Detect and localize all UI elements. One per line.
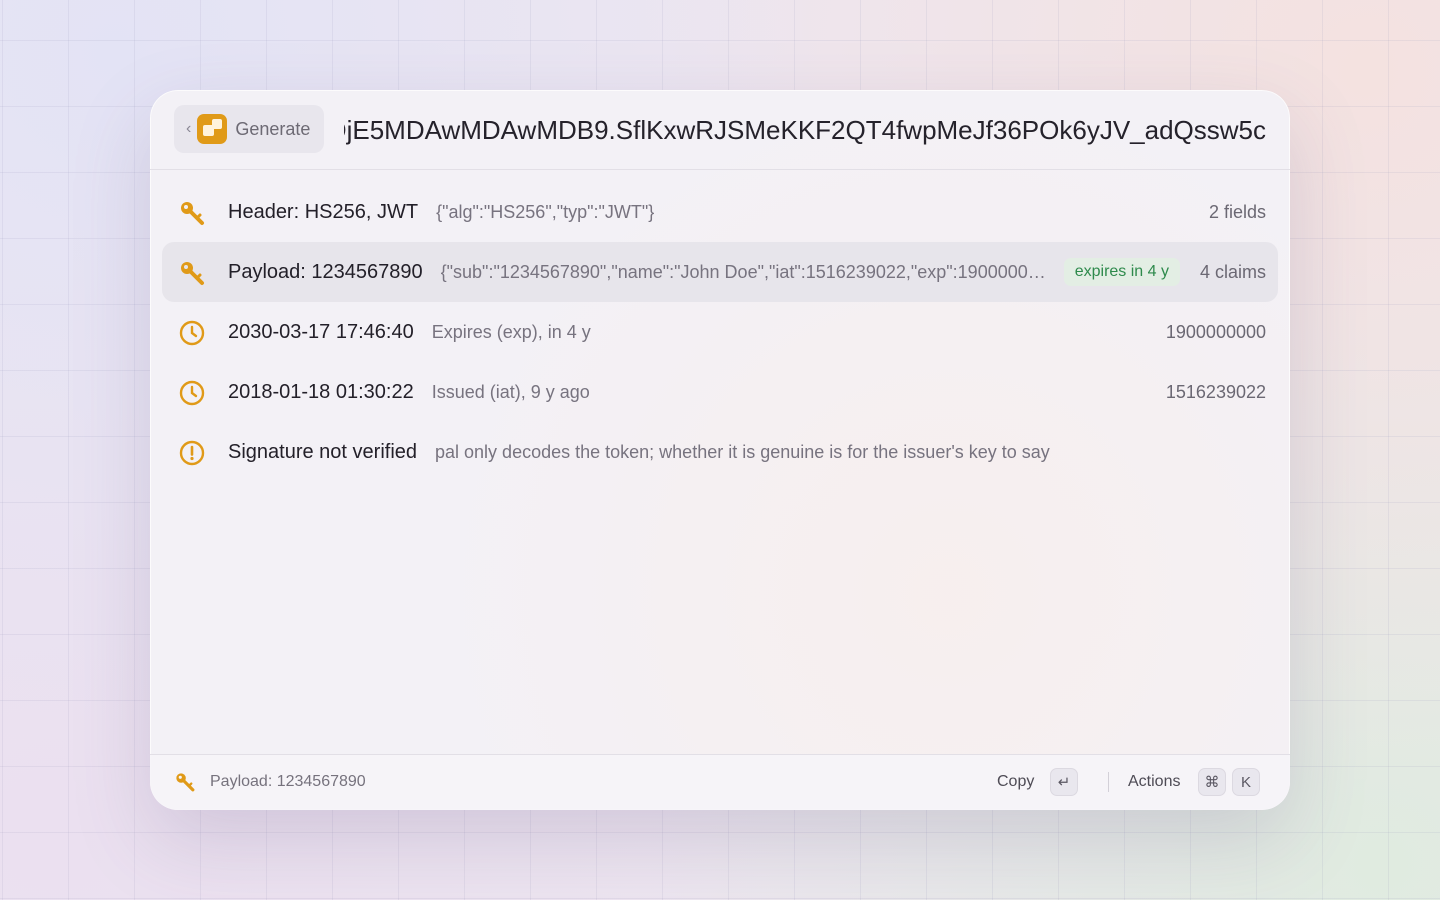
row-accessory: 4 claims: [1199, 261, 1266, 282]
row-subtitle: Expires (exp), in 4 y: [431, 321, 591, 342]
row-title: 2030-03-17 17:46:40: [228, 320, 414, 343]
warning-icon: [179, 440, 205, 466]
list-item-payload[interactable]: Payload: 1234567890 {"sub":"1234567890",…: [162, 242, 1278, 302]
row-accessory: 2 fields: [1208, 201, 1266, 222]
row-title: Payload: 1234567890: [228, 260, 423, 283]
dice-icon: [197, 114, 228, 144]
row-title: 2018-01-18 01:30:22: [228, 380, 414, 403]
command-key-hint: ⌘: [1198, 768, 1226, 796]
back-button-label: Generate: [235, 118, 311, 139]
list-item-header[interactable]: Header: HS256, JWT {"alg":"HS256","typ":…: [162, 182, 1278, 242]
key-icon: [176, 773, 195, 792]
token-input[interactable]: eyJhbGciOiJIUzI1NiIsInR5cCI6IkpXVCJ9.eyJ…: [344, 112, 1266, 148]
row-accessory: 1516239022: [1165, 381, 1266, 402]
chevron-left-icon: ‹: [186, 120, 192, 137]
back-button[interactable]: ‹ Generate: [174, 105, 324, 153]
status-badge: expires in 4 y: [1063, 258, 1180, 286]
row-subtitle: {"alg":"HS256","typ":"JWT"}: [436, 201, 655, 222]
row-subtitle: {"sub":"1234567890","name":"John Doe","i…: [440, 261, 1048, 282]
row-subtitle: Issued (iat), 9 y ago: [431, 381, 590, 402]
k-key-hint: K: [1232, 768, 1260, 796]
clock-icon: [179, 380, 205, 406]
copy-button[interactable]: Copy: [997, 773, 1034, 791]
search-bar: ‹ Generate eyJhbGciOiJIUzI1NiIsInR5cCI6I…: [150, 90, 1290, 170]
row-accessory: 1900000000: [1165, 321, 1266, 342]
clock-icon: [179, 320, 205, 346]
enter-key-hint: ↵: [1050, 768, 1078, 796]
key-icon: [181, 202, 204, 225]
actions-button[interactable]: Actions: [1128, 773, 1180, 791]
list-item-iat[interactable]: 2018-01-18 01:30:22 Issued (iat), 9 y ag…: [162, 362, 1278, 422]
list-item-exp[interactable]: 2030-03-17 17:46:40 Expires (exp), in 4 …: [162, 302, 1278, 362]
row-title: Header: HS256, JWT: [228, 200, 419, 223]
row-title: Signature not verified: [228, 440, 418, 463]
row-subtitle: pal only decodes the token; whether it i…: [435, 441, 1050, 462]
token-text: eyJhbGciOiJIUzI1NiIsInR5cCI6IkpXVCJ9.eyJ…: [344, 115, 1266, 145]
result-list: Header: HS256, JWT {"alg":"HS256","typ":…: [162, 182, 1278, 482]
key-icon: [181, 262, 204, 285]
selected-item-label: Payload: 1234567890: [210, 773, 366, 790]
list-item-signature[interactable]: Signature not verified pal only decodes …: [162, 422, 1278, 482]
divider: [1108, 772, 1109, 792]
pal-window: ‹ Generate eyJhbGciOiJIUzI1NiIsInR5cCI6I…: [150, 90, 1290, 810]
action-bar: Payload: 1234567890 Copy ↵ Actions ⌘ K: [150, 754, 1290, 810]
